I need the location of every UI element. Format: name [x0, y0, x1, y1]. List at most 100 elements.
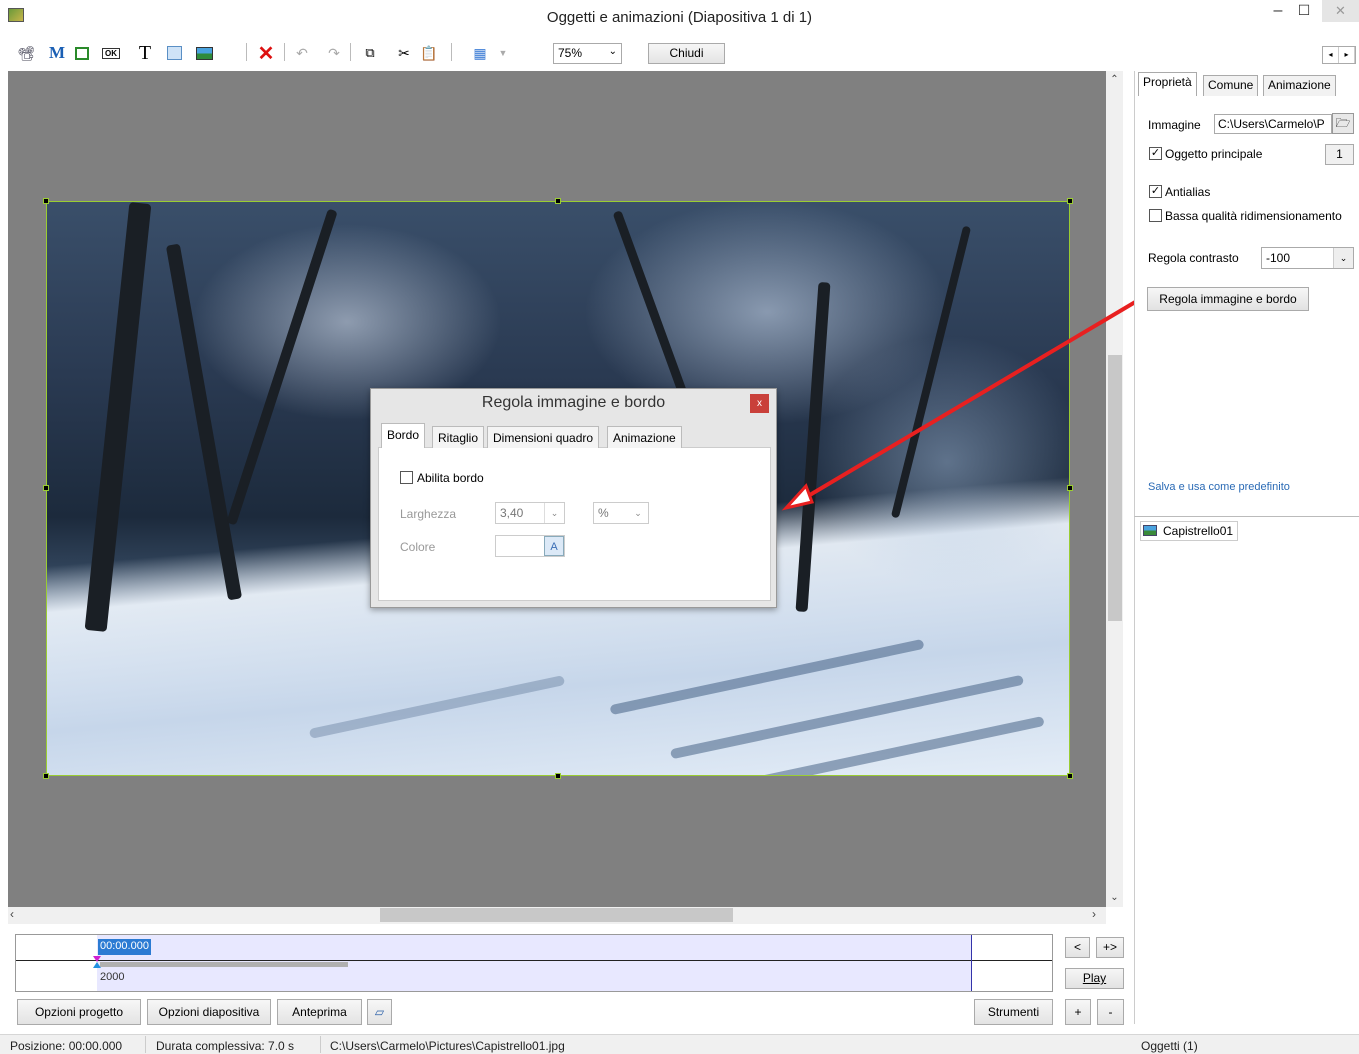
folder-open-icon[interactable]: 🗁 — [1332, 113, 1354, 134]
playhead-bottom — [93, 962, 101, 968]
color-picker-button[interactable]: A — [544, 536, 564, 556]
tab-animazione[interactable]: Animazione — [607, 426, 682, 448]
resize-handle[interactable] — [43, 198, 49, 204]
tools-button[interactable]: Strumenti — [974, 999, 1053, 1025]
chevron-down-icon: ⌄ — [634, 508, 642, 518]
tab-bordo[interactable]: Bordo — [381, 423, 426, 448]
tab-animazione-panel[interactable]: Animazione — [1263, 75, 1336, 96]
resize-handle[interactable] — [1067, 198, 1073, 204]
arrow-head — [781, 483, 815, 511]
paste-icon[interactable]: 📋 — [419, 42, 439, 64]
horizontal-scroll-thumb[interactable] — [380, 908, 733, 922]
toolbar-separator — [451, 43, 452, 61]
save-default-link[interactable]: Salva e usa come predefinito — [1148, 481, 1290, 493]
arrow-line — [796, 296, 1144, 504]
chevron-down-icon: ⌄ — [544, 503, 564, 523]
enable-border-label: Abilita bordo — [417, 471, 484, 485]
main-object-label: Oggetto principale — [1165, 147, 1263, 161]
status-file: C:\Users\Carmelo\Pictures\Capistrello01.… — [330, 1039, 565, 1053]
toolbar-separator — [350, 43, 351, 61]
copy-icon[interactable]: ⧉ — [360, 42, 380, 64]
preview-button[interactable]: Anteprima — [277, 999, 362, 1025]
panel-nav-arrows[interactable]: ◂ ▸ — [1322, 46, 1356, 64]
delete-icon[interactable]: ✕ — [256, 42, 276, 65]
main-object-checkbox[interactable]: ✓ — [1149, 147, 1162, 160]
text-icon[interactable]: T — [135, 42, 155, 64]
low-quality-label: Bassa qualità ridimensionamento — [1165, 209, 1342, 223]
annotation-arrow — [781, 296, 1144, 511]
enable-border-checkbox[interactable] — [400, 471, 413, 484]
cut-icon[interactable]: ✂ — [394, 42, 414, 64]
toolbar-separator — [284, 43, 285, 61]
status-separator — [320, 1036, 321, 1053]
resize-handle[interactable] — [555, 198, 561, 204]
project-options-button[interactable]: Opzioni progetto — [17, 999, 141, 1025]
redo-icon[interactable]: ↷ — [324, 42, 344, 64]
low-quality-checkbox[interactable] — [1149, 209, 1162, 222]
color-picker[interactable]: A — [495, 535, 565, 557]
frame-icon[interactable] — [72, 42, 92, 64]
chevron-down-icon[interactable]: ▼ — [493, 42, 513, 64]
tab-ritaglio[interactable]: Ritaglio — [432, 426, 485, 448]
arrow-right-icon[interactable]: ▸ — [1339, 47, 1355, 63]
screen-icon[interactable]: ▱ — [367, 999, 392, 1025]
prev-keyframe-button[interactable]: < — [1065, 937, 1090, 958]
status-duration: Durata complessiva: 7.0 s — [156, 1039, 295, 1053]
status-separator — [145, 1036, 146, 1053]
playhead-top — [93, 956, 101, 962]
image-icon[interactable] — [194, 42, 214, 64]
undo-icon[interactable]: ↶ — [292, 42, 312, 64]
slide-options-button[interactable]: Opzioni diapositiva — [147, 999, 271, 1025]
timeline-divider — [16, 960, 1052, 961]
chevron-down-icon: ⌄ — [608, 46, 617, 57]
antialias-checkbox[interactable]: ✓ — [1149, 185, 1162, 198]
image-label: Immagine — [1148, 118, 1201, 132]
image-icon — [1143, 525, 1157, 536]
contrast-select[interactable]: -100 ⌄ — [1261, 247, 1354, 269]
mask-icon[interactable]: M — [47, 42, 67, 64]
timeline-progress — [100, 962, 348, 967]
playhead-icon[interactable] — [92, 956, 102, 970]
tab-dimensioni-quadro[interactable]: Dimensioni quadro — [487, 426, 600, 448]
remove-keyframe-button[interactable]: - — [1097, 999, 1124, 1025]
color-label: Colore — [400, 540, 436, 554]
button-icon[interactable]: OK — [101, 42, 121, 64]
zoom-select[interactable]: 75% ⌄ — [553, 43, 622, 64]
resize-handle[interactable] — [43, 773, 49, 779]
window-title: Oggetti e animazioni (Diapositiva 1 di 1… — [546, 9, 813, 26]
resize-handle[interactable] — [555, 773, 561, 779]
width-select[interactable]: 3,40 ⌄ — [495, 502, 565, 524]
image-path-field[interactable]: C:\Users\Carmelo\P — [1214, 114, 1332, 134]
resize-handle[interactable] — [1067, 773, 1073, 779]
next-keyframe-button[interactable]: +> — [1096, 937, 1124, 958]
minimize-button[interactable]: – — [1268, 2, 1288, 22]
scroll-right-icon[interactable]: › — [1092, 907, 1096, 921]
timeline-end-marker — [971, 935, 972, 991]
timeline-time: 00:00.000 — [98, 939, 151, 955]
tab-comune[interactable]: Comune — [1203, 75, 1259, 96]
scroll-up-icon[interactable]: ⌃ — [1106, 74, 1123, 85]
main-object-number[interactable]: 1 — [1325, 144, 1354, 165]
objects-count: Oggetti (1) — [1141, 1039, 1198, 1053]
status-position: Posizione: 00:00.000 — [10, 1039, 123, 1053]
scroll-left-icon[interactable]: ‹ — [10, 907, 14, 921]
dialog-title: Regola immagine e bordo — [481, 394, 666, 411]
objects-list — [1134, 516, 1359, 1024]
resize-handle[interactable] — [43, 485, 49, 491]
rectangle-icon[interactable] — [164, 42, 184, 64]
camera-icon[interactable]: 📽 — [16, 42, 36, 64]
grid-icon[interactable]: ▦ — [470, 42, 490, 64]
width-label: Larghezza — [400, 507, 457, 521]
maximize-button[interactable]: ☐ — [1294, 2, 1314, 22]
close-window-button[interactable]: ✕ — [1322, 0, 1359, 22]
close-button[interactable]: Chiudi — [648, 43, 725, 64]
unit-select[interactable]: % ⌄ — [593, 502, 649, 524]
play-button[interactable]: Play — [1065, 968, 1124, 989]
arrow-left-icon[interactable]: ◂ — [1323, 47, 1339, 63]
add-keyframe-button[interactable]: + — [1065, 999, 1091, 1025]
contrast-label: Regola contrasto — [1148, 251, 1239, 265]
tab-proprieta[interactable]: Proprietà — [1138, 72, 1197, 96]
scroll-down-icon[interactable]: ⌄ — [1106, 892, 1123, 903]
dialog-close-button[interactable]: x — [750, 394, 769, 413]
adjust-image-button[interactable]: Regola immagine e bordo — [1147, 287, 1309, 311]
